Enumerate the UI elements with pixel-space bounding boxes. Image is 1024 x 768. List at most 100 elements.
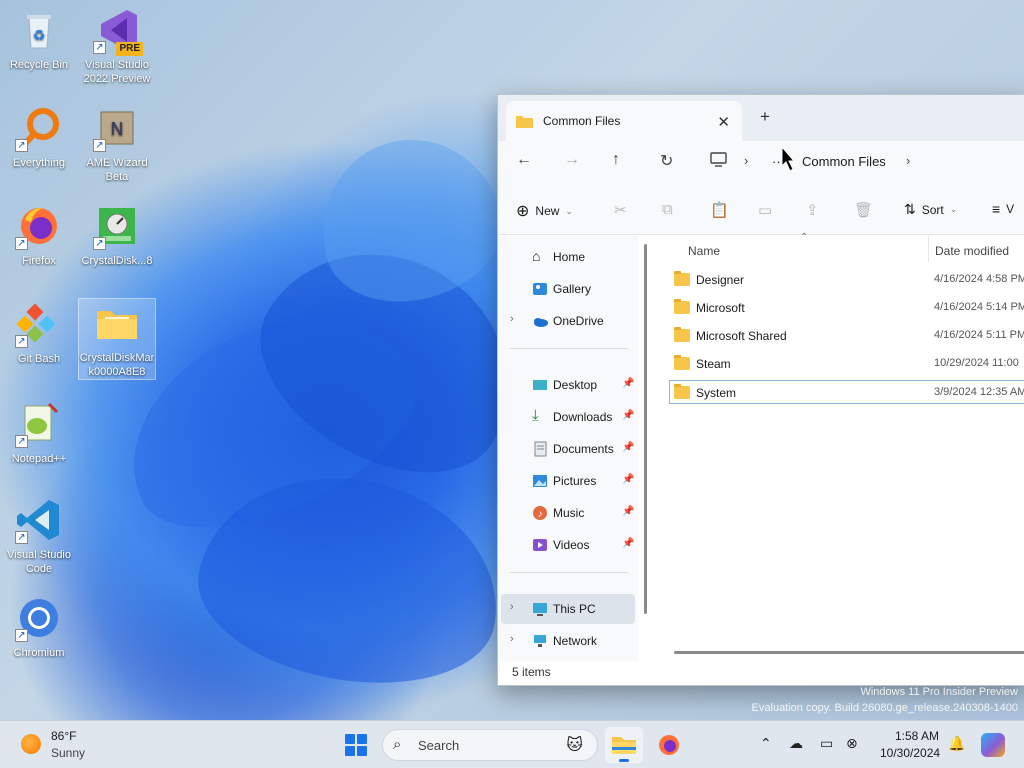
file-row[interactable]: Steam 10/29/2024 11:00 xyxy=(670,352,1024,376)
file-date: 4/16/2024 4:58 PM xyxy=(934,273,1024,285)
shortcut-arrow-icon: ↗ xyxy=(93,139,106,152)
taskbar-firefox[interactable] xyxy=(650,727,688,763)
chevron-right-icon[interactable]: › xyxy=(906,153,910,168)
file-row-selected[interactable]: System 3/9/2024 12:35 AM xyxy=(669,380,1024,404)
desktop-icon-vscode[interactable]: ↗ Visual Studio Code xyxy=(0,496,78,576)
file-row[interactable]: Microsoft 4/16/2024 5:14 PM xyxy=(670,296,1024,320)
chevron-down-icon: ⌄ xyxy=(949,204,958,214)
search-highlight-icon: 🐱 xyxy=(566,737,583,754)
desktop-icon-crystaldisk[interactable]: ↗ CrystalDisk...8 xyxy=(78,202,156,268)
breadcrumb-current[interactable]: Common Files xyxy=(802,154,886,169)
nav-desktop[interactable]: Desktop 📌 xyxy=(498,370,638,400)
up-button[interactable]: ↑ xyxy=(612,151,620,169)
vscode-icon: ↗ xyxy=(15,496,63,544)
ame-wizard-icon: N ↗ xyxy=(93,104,141,152)
desktop-icon-label: Visual Studio Code xyxy=(6,549,71,575)
cut-icon[interactable]: ✂ xyxy=(614,201,627,219)
display-icon[interactable]: ▭ xyxy=(820,735,833,752)
clock-date[interactable]: 10/30/2024 xyxy=(880,746,940,760)
file-name: Microsoft Shared xyxy=(696,329,787,343)
nav-downloads[interactable]: ⤓ Downloads 📌 xyxy=(498,402,638,432)
column-separator[interactable] xyxy=(928,236,929,262)
shortcut-arrow-icon: ↗ xyxy=(15,531,28,544)
rename-icon[interactable]: ▭ xyxy=(758,201,772,219)
copilot-icon[interactable] xyxy=(981,733,1005,757)
desktop-icon-crystaldiskmark-folder[interactable]: CrystalDiskMark0000A8E8 xyxy=(78,298,156,380)
nav-scrollbar[interactable] xyxy=(644,244,647,614)
nav-home[interactable]: ⌂ Home xyxy=(498,242,638,272)
desktop-icon-visual-studio-2022[interactable]: PRE ↗ Visual Studio 2022 Preview xyxy=(78,6,156,86)
videos-icon xyxy=(532,537,548,553)
chromium-icon: ↗ xyxy=(15,594,63,642)
nav-onedrive[interactable]: › OneDrive xyxy=(498,306,638,336)
music-icon: ♪ xyxy=(532,505,548,521)
navigation-pane[interactable]: ⌂ Home Gallery › OneDrive Desktop 📌 ⤓ Do… xyxy=(498,236,638,661)
weather-desc: Sunny xyxy=(51,746,86,760)
nav-this-pc[interactable]: › This PC xyxy=(501,594,635,624)
back-button[interactable]: ← xyxy=(516,151,532,169)
shortcut-arrow-icon: ↗ xyxy=(15,435,28,448)
sort-button[interactable]: ⇅ Sort ⌄ xyxy=(904,201,957,218)
title-bar[interactable]: Common Files ✕ + xyxy=(498,95,1024,141)
desktop-icon-chromium[interactable]: ↗ Chromium xyxy=(0,594,78,660)
chevron-right-icon[interactable]: › xyxy=(510,601,514,613)
taskbar-search-box[interactable]: ⌕ Search 🐱 xyxy=(382,729,598,761)
pin-icon: 📌 xyxy=(622,378,635,389)
address-bar: ← → ↑ ↻ › ··· Common Files › xyxy=(498,141,1024,183)
nav-pictures[interactable]: Pictures 📌 xyxy=(498,466,638,496)
network-status-icon[interactable]: ⊗ xyxy=(846,735,858,752)
refresh-button[interactable]: ↻ xyxy=(660,151,673,171)
delete-icon[interactable]: 🗑 xyxy=(854,201,873,219)
view-button[interactable]: ≡ V xyxy=(992,201,1014,217)
file-explorer-window[interactable]: Common Files ✕ + ← → ↑ ↻ › ··· Common Fi… xyxy=(497,94,1024,686)
start-button[interactable] xyxy=(345,734,367,756)
crystaldisk-icon: ↗ xyxy=(93,202,141,250)
horizontal-scrollbar[interactable] xyxy=(674,651,1024,654)
forward-button[interactable]: → xyxy=(564,151,580,169)
desktop-icon-label: Firefox xyxy=(22,255,56,267)
share-icon[interactable]: ⇪ xyxy=(806,201,819,219)
clock-time[interactable]: 1:58 AM xyxy=(895,729,939,743)
nav-network[interactable]: › Network xyxy=(498,626,638,656)
new-button[interactable]: ⊕ New ⌄ xyxy=(516,201,573,221)
desktop-icon-firefox[interactable]: ↗ Firefox xyxy=(0,202,78,268)
onedrive-status-icon[interactable]: ☁ xyxy=(789,735,803,752)
file-row[interactable]: Microsoft Shared 4/16/2024 5:11 PM xyxy=(670,324,1024,348)
nav-documents[interactable]: Documents 📌 xyxy=(498,434,638,464)
desktop-icon-notepadpp[interactable]: ↗ Notepad++ xyxy=(0,400,78,466)
chevron-right-icon[interactable]: › xyxy=(510,633,514,645)
show-hidden-icons-icon[interactable]: ⌃ xyxy=(760,735,772,752)
shortcut-arrow-icon: ↗ xyxy=(15,335,28,348)
column-header-name[interactable]: Name xyxy=(688,244,720,258)
file-row[interactable]: Designer 4/16/2024 4:58 PM xyxy=(670,268,1024,292)
notification-bell-icon[interactable]: 🔔 xyxy=(948,735,965,752)
nav-videos[interactable]: Videos 📌 xyxy=(498,530,638,560)
git-bash-icon: ↗ xyxy=(15,300,63,348)
new-tab-button[interactable]: + xyxy=(760,107,770,127)
desktop-icon-ame-wizard[interactable]: N ↗ AME Wizard Beta xyxy=(78,104,156,184)
column-header-date[interactable]: Date modified xyxy=(935,244,1009,258)
pin-icon: 📌 xyxy=(622,506,635,517)
chevron-right-icon[interactable]: › xyxy=(510,313,514,325)
nav-label: This PC xyxy=(553,602,596,616)
desktop-icon-label: Notepad++ xyxy=(11,453,67,465)
folder-icon xyxy=(674,327,690,342)
nav-music[interactable]: ♪ Music 📌 xyxy=(498,498,638,528)
desktop-icon-everything[interactable]: ↗ Everything xyxy=(0,104,78,170)
this-pc-icon xyxy=(532,601,548,617)
copy-icon[interactable]: ⧉ xyxy=(662,201,673,218)
nav-gallery[interactable]: Gallery xyxy=(498,274,638,304)
shortcut-arrow-icon: ↗ xyxy=(93,237,106,250)
desktop-icon xyxy=(532,377,548,393)
tab-common-files[interactable]: Common Files ✕ xyxy=(506,101,742,141)
paste-icon[interactable]: 📋 xyxy=(710,201,729,219)
this-pc-crumb-icon[interactable] xyxy=(710,152,727,172)
mouse-pointer-icon xyxy=(781,146,795,172)
taskbar-file-explorer[interactable] xyxy=(605,727,643,763)
desktop-icon-git-bash[interactable]: ↗ Git Bash xyxy=(0,300,78,366)
close-tab-icon[interactable]: ✕ xyxy=(717,113,730,131)
desktop-icon-label: CrystalDisk...8 xyxy=(81,255,153,267)
chevron-right-icon[interactable]: › xyxy=(744,153,748,168)
file-list[interactable]: ⌃ Name Date modified Designer 4/16/2024 … xyxy=(654,232,1024,661)
desktop-icon-recycle-bin[interactable]: ♻ Recycle Bin xyxy=(0,6,78,72)
